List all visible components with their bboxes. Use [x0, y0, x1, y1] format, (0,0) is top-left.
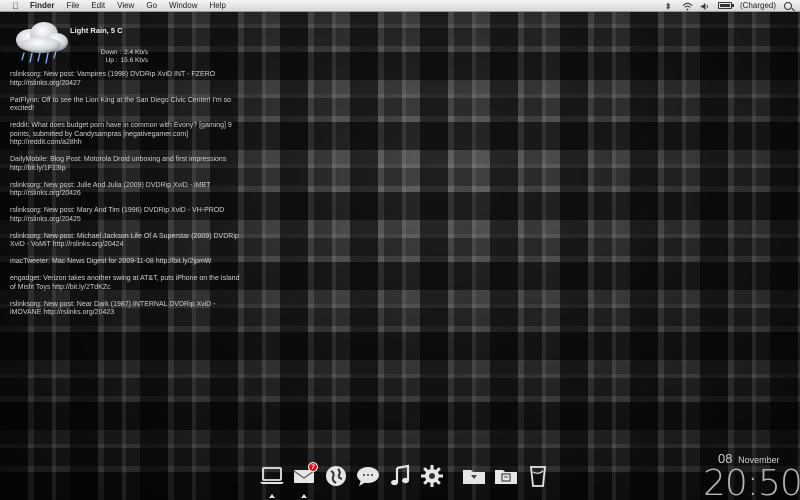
volume-icon[interactable]: [700, 2, 710, 10]
clock-widget: 08 November 20:50: [700, 448, 800, 500]
menu-bar:  Finder File Edit View Go Window Help (…: [0, 0, 800, 12]
apple-menu-icon[interactable]: : [12, 0, 22, 12]
trash-icon: [530, 466, 546, 487]
battery-icon[interactable]: [717, 2, 734, 9]
clock-time: 20:50: [703, 463, 800, 500]
running-indicator: [301, 494, 307, 498]
weather-condition: Light Rain, 5 C: [70, 26, 123, 35]
list-item[interactable]: DailyMobile: Blog Post: Motorola Droid u…: [10, 156, 240, 173]
up-value: 15.6 Kb/s: [120, 57, 148, 64]
documents-folder-icon: [495, 470, 517, 484]
dock-item-downloads[interactable]: [458, 460, 490, 492]
up-label: Up :: [105, 57, 118, 64]
finder-laptop-icon: [260, 467, 284, 484]
dock-item-finder[interactable]: [256, 460, 288, 498]
rain-cloud-icon: [10, 20, 72, 70]
running-indicator: [269, 494, 275, 498]
battery-status[interactable]: (Charged): [740, 1, 776, 10]
downloads-folder-icon: [463, 470, 485, 484]
list-item[interactable]: rslinksorg: New post: Julie And Julia (2…: [10, 182, 240, 199]
list-item[interactable]: PatFlynn: Off to see the Lion King at th…: [10, 97, 240, 114]
menu-view[interactable]: View: [117, 1, 134, 10]
list-item[interactable]: macTweeter: Mac News Digest for 2009-11-…: [10, 258, 240, 267]
menu-help[interactable]: Help: [209, 1, 225, 10]
battery-level: [719, 4, 730, 7]
list-item[interactable]: rslinksorg: New post: Near Dark (1987) I…: [10, 301, 240, 318]
network-stats: Down :2.4 Kb/s Up :15.6 Kb/s: [88, 49, 148, 65]
dock-item-browser[interactable]: [320, 460, 352, 492]
dock-item-documents[interactable]: [490, 460, 522, 492]
menu-edit[interactable]: Edit: [91, 1, 105, 10]
globe-icon: [326, 466, 346, 486]
list-item[interactable]: rslinksorg: New post: Michael Jackson Li…: [10, 233, 240, 250]
menu-window[interactable]: Window: [169, 1, 197, 10]
down-value: 2.4 Kb/s: [124, 49, 148, 56]
list-item[interactable]: rslinksorg: New post: Mary And Tim (1996…: [10, 207, 240, 224]
list-item[interactable]: engadget: Verizon takes another swing at…: [10, 275, 240, 292]
down-label: Down :: [100, 49, 122, 56]
wifi-icon[interactable]: [682, 2, 693, 10]
dock-item-music[interactable]: [384, 460, 416, 492]
menu-go[interactable]: Go: [146, 1, 157, 10]
dock-item-mail[interactable]: 7: [288, 460, 320, 498]
bluetooth-icon[interactable]: [664, 1, 674, 10]
menu-app-finder[interactable]: Finder: [30, 1, 54, 10]
weather-widget: Light Rain, 5 C Down :2.4 Kb/s Up :15.6 …: [10, 20, 210, 70]
dock-item-preferences[interactable]: [416, 460, 448, 492]
mail-unread-badge: 7: [308, 462, 318, 472]
list-item[interactable]: rslinksorg: New post: Vampires (1998) DV…: [10, 71, 240, 88]
music-note-icon: [391, 464, 410, 486]
list-item[interactable]: reddit: What does budget porn have in co…: [10, 122, 240, 148]
dock-item-chat[interactable]: [352, 460, 384, 492]
feed-list: rslinksorg: New post: Vampires (1998) DV…: [10, 71, 240, 326]
chat-bubble-icon: [357, 467, 379, 486]
spotlight-search-icon[interactable]: [784, 1, 792, 10]
dock-item-trash[interactable]: [522, 460, 554, 492]
gear-icon: [421, 465, 443, 487]
dock: 7: [256, 460, 554, 500]
menu-file[interactable]: File: [66, 1, 79, 10]
